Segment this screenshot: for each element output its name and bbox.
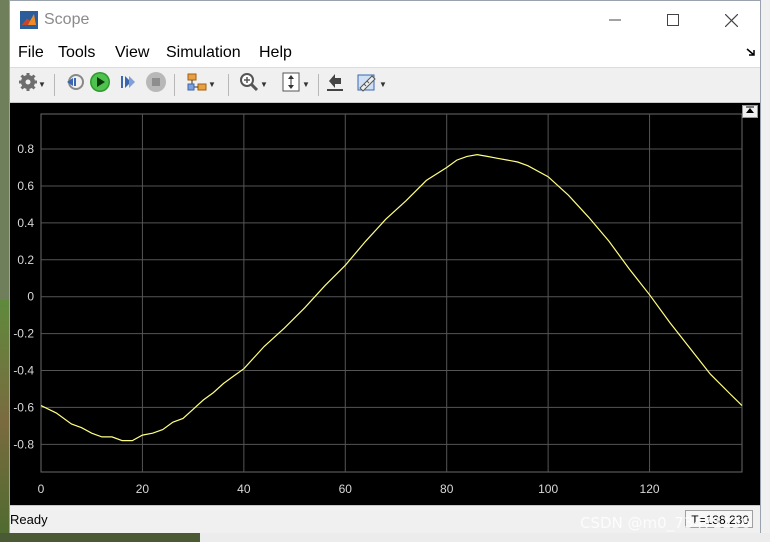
toolbar-separator	[54, 74, 55, 96]
chevron-down-icon: ▼	[208, 79, 216, 89]
y-tick-label: 0	[27, 290, 34, 304]
restore-layout-button[interactable]	[322, 72, 348, 96]
zoom-icon	[238, 71, 260, 98]
line-chart: 0 20 40 60 80 100 120 -0.8 -0.6 -0.4 -0.2 0 0.2 0.4 0.…	[13, 113, 743, 496]
y-tick-label: -0.8	[13, 437, 34, 451]
close-button[interactable]	[708, 7, 754, 33]
chevron-down-icon: ▼	[302, 79, 310, 89]
y-tick-label: 0.2	[17, 253, 34, 267]
x-tick-label: 60	[339, 482, 353, 496]
highlight-block-button[interactable]: ▼	[180, 72, 222, 96]
status-text: Ready	[10, 512, 48, 527]
chevron-down-icon: ▼	[38, 79, 46, 89]
watermark-text: CSDN @m0_73471136	[580, 514, 751, 532]
toolbar: ▼ ▼ ▼ ▼ ▼	[10, 67, 760, 103]
background-desktop-right	[760, 0, 770, 542]
step-forward-icon	[118, 72, 138, 97]
measure-icon	[355, 71, 379, 98]
menu-simulation[interactable]: Simulation	[166, 44, 241, 62]
step-back-icon	[63, 72, 85, 97]
menu-view[interactable]: View	[115, 44, 149, 62]
menu-overflow-arrow-icon[interactable]	[746, 44, 756, 60]
window-title: Scope	[44, 11, 90, 28]
measure-button[interactable]: ▼	[350, 72, 392, 96]
x-tick-label: 40	[237, 482, 251, 496]
stop-icon	[145, 71, 167, 98]
x-tick-label: 100	[538, 482, 558, 496]
toolbar-separator	[318, 74, 319, 96]
y-tick-label: -0.6	[13, 400, 34, 414]
run-icon	[89, 71, 111, 98]
x-tick-label: 20	[136, 482, 150, 496]
zoom-button[interactable]: ▼	[234, 72, 272, 96]
menu-help[interactable]: Help	[259, 44, 292, 62]
x-tick-label: 0	[38, 482, 45, 496]
x-tick-label: 120	[640, 482, 660, 496]
fit-axes-icon	[280, 71, 302, 98]
scope-window: Scope File Tools View Simulation Help ▼ …	[9, 0, 761, 533]
step-back-button[interactable]	[62, 72, 86, 96]
fit-axes-button[interactable]: ▼	[276, 72, 314, 96]
expand-plot-icon[interactable]	[742, 105, 758, 118]
y-tick-label: 0.8	[17, 142, 34, 156]
settings-button[interactable]: ▼	[14, 72, 50, 96]
highlight-block-icon	[186, 71, 208, 98]
x-tick-label: 80	[440, 482, 454, 496]
run-button[interactable]	[88, 71, 112, 98]
y-tick-label: 0.4	[17, 216, 34, 230]
step-forward-button[interactable]	[116, 72, 140, 96]
matlab-logo-icon	[20, 11, 38, 29]
axes-box	[40, 113, 743, 473]
y-tick-label: -0.4	[13, 364, 34, 378]
maximize-button[interactable]	[650, 7, 696, 33]
restore-layout-icon	[325, 71, 345, 98]
stop-button[interactable]	[144, 71, 168, 98]
plot-area[interactable]: 0 20 40 60 80 100 120 -0.8 -0.6 -0.4 -0.2 0 0.2 0.4 0.…	[10, 103, 760, 505]
toolbar-separator	[174, 74, 175, 96]
menu-bar: File Tools View Simulation Help	[10, 39, 760, 67]
minimize-button[interactable]	[592, 7, 638, 33]
y-tick-label: 0.6	[17, 179, 34, 193]
title-bar[interactable]: Scope	[10, 1, 760, 39]
menu-tools[interactable]: Tools	[58, 44, 95, 62]
background-desktop-bottom-image	[0, 533, 200, 542]
chevron-down-icon: ▼	[260, 79, 268, 89]
gear-icon	[18, 72, 38, 97]
menu-file[interactable]: File	[18, 44, 44, 62]
y-tick-label: -0.2	[13, 327, 34, 341]
chevron-down-icon: ▼	[379, 79, 387, 89]
toolbar-separator	[228, 74, 229, 96]
